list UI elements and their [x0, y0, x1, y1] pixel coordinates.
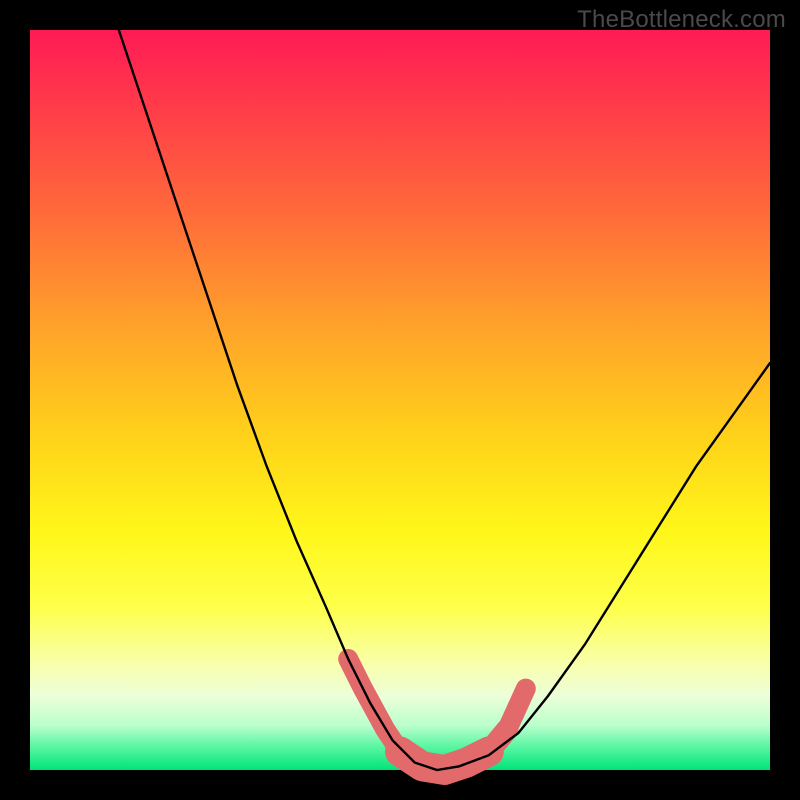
plot-area	[30, 30, 770, 770]
bottleneck-curve	[119, 30, 770, 770]
chart-frame: TheBottleneck.com	[0, 0, 800, 800]
curve-layer	[30, 30, 770, 770]
highlight-band	[348, 659, 526, 770]
watermark-text: TheBottleneck.com	[577, 6, 786, 34]
